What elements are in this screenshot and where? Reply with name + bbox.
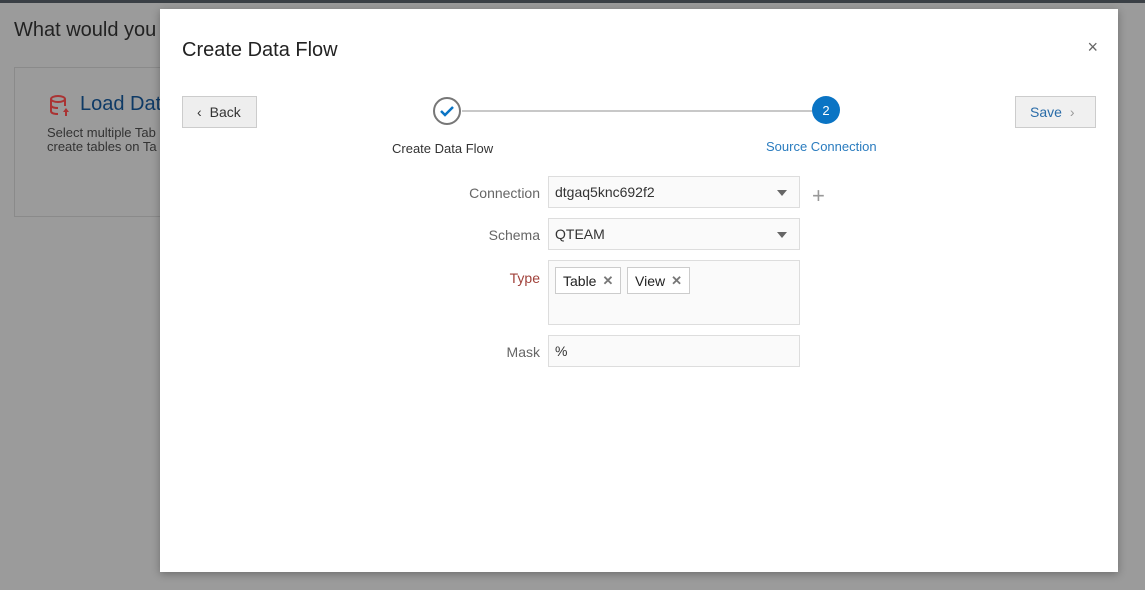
- card-title: Load Dat: [80, 93, 162, 115]
- database-upload-icon: [49, 94, 71, 123]
- chevron-left-icon: ‹: [197, 104, 202, 120]
- tag-label: Table: [563, 272, 597, 289]
- dropdown-caret-icon: [777, 232, 787, 238]
- connection-value: dtgaq5knc692f2: [555, 184, 655, 200]
- type-tag-table: Table ✕: [555, 267, 622, 294]
- dropdown-caret-icon: [777, 190, 787, 196]
- dialog-title: Create Data Flow: [182, 39, 338, 61]
- top-bar: [0, 0, 1145, 3]
- step-1-label: Create Data Flow: [392, 141, 494, 156]
- check-icon: [440, 106, 454, 117]
- save-button[interactable]: Save ›: [1015, 96, 1096, 128]
- type-multiselect[interactable]: Table ✕ View ✕: [548, 260, 800, 325]
- save-label: Save: [1030, 104, 1062, 120]
- schema-label: Schema: [488, 227, 540, 243]
- step-2-label: Source Connection: [766, 139, 877, 154]
- chevron-right-icon: ›: [1069, 104, 1075, 120]
- step-1-completed[interactable]: [433, 97, 461, 125]
- remove-tag-icon[interactable]: ✕: [671, 273, 682, 289]
- stepper-line: [462, 110, 814, 112]
- mask-label: Mask: [506, 344, 540, 360]
- tag-label: View: [635, 272, 666, 289]
- step-2-active[interactable]: 2: [812, 96, 840, 124]
- back-label: Back: [209, 104, 241, 120]
- card-description: Select multiple Tab create tables on Ta: [47, 126, 157, 154]
- close-icon[interactable]: ×: [1087, 37, 1098, 58]
- type-tag-view: View ✕: [627, 267, 690, 294]
- type-label: Type: [509, 270, 540, 286]
- back-button[interactable]: ‹ Back: [182, 96, 257, 128]
- mask-value: %: [555, 343, 568, 359]
- mask-input[interactable]: %: [548, 335, 800, 367]
- create-data-flow-dialog: Create Data Flow × ‹ Back Save › 2 Create …: [160, 9, 1118, 572]
- add-connection-icon[interactable]: +: [812, 183, 825, 209]
- schema-value: QTEAM: [555, 226, 605, 242]
- connection-select[interactable]: dtgaq5knc692f2: [548, 176, 800, 208]
- schema-select[interactable]: QTEAM: [548, 218, 800, 250]
- background-heading: What would you: [14, 19, 157, 41]
- remove-tag-icon[interactable]: ✕: [602, 273, 613, 289]
- connection-label: Connection: [469, 185, 540, 201]
